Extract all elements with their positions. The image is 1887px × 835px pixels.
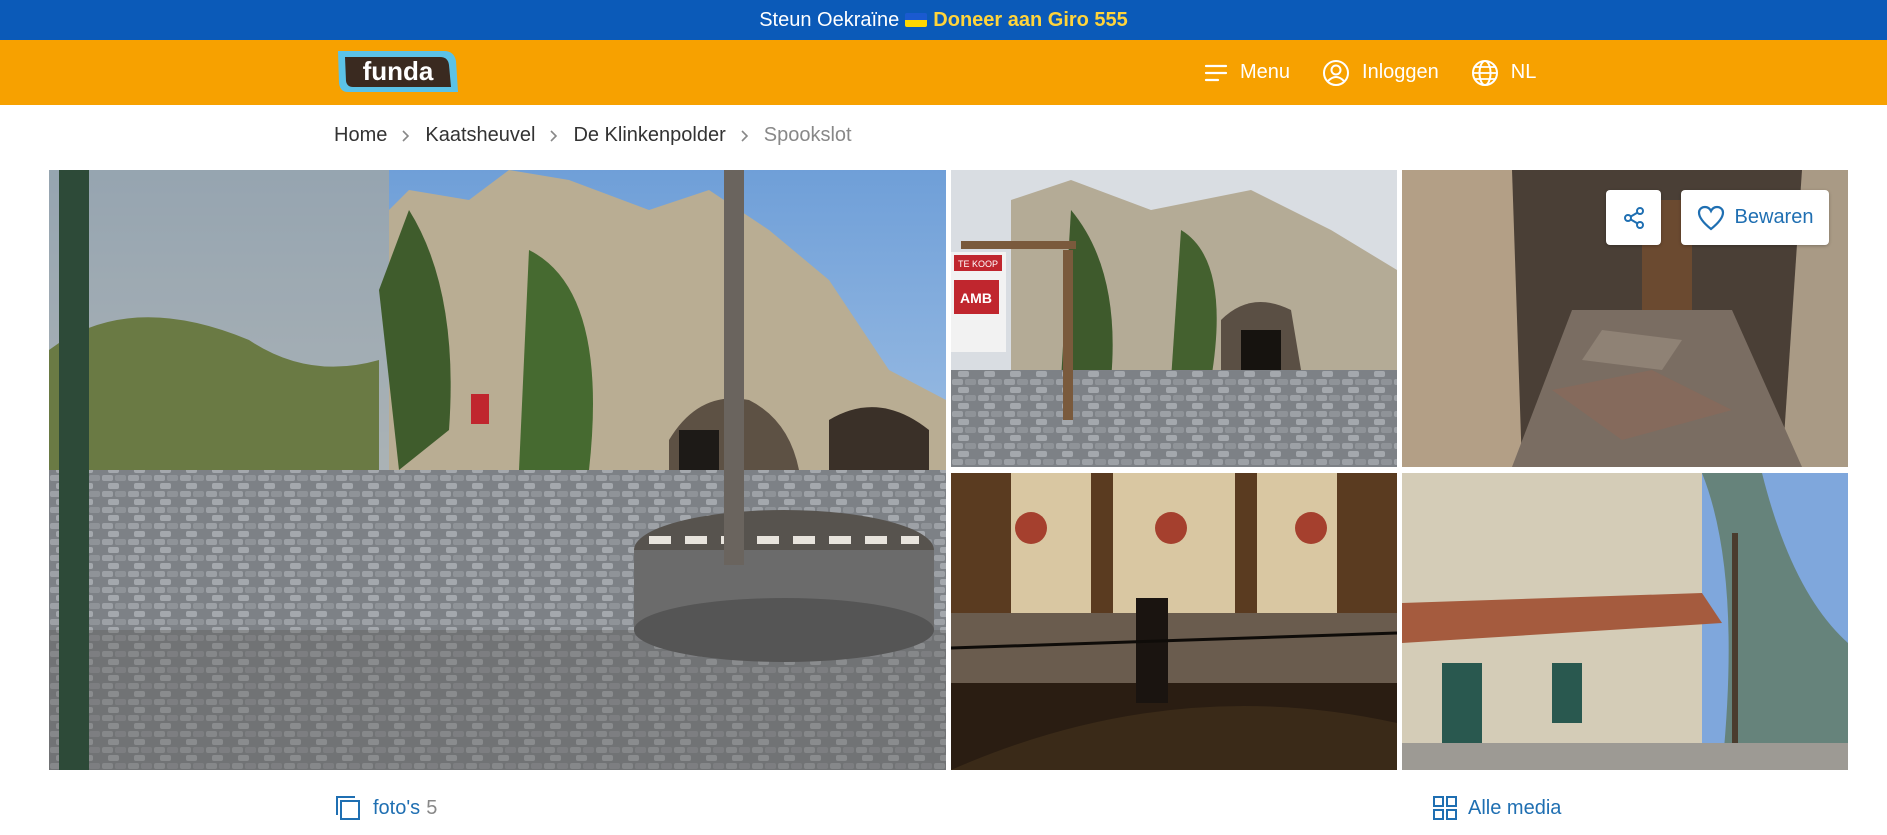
menu-label: Menu [1240,61,1291,83]
menu-button[interactable]: Menu [1204,61,1290,84]
main-photo[interactable] [49,170,946,770]
breadcrumb: Home Kaatsheuvel De Klinkenpolder Spooks… [334,124,852,147]
sign-sub-text: TE KOOP [958,259,998,269]
announcement-text: Steun Oekraïne [759,8,900,31]
photo-interior-hall[interactable] [951,473,1397,770]
funda-logo[interactable]: funda [336,49,458,94]
globe-icon [1471,59,1498,86]
photo-entrance[interactable]: TE KOOP AMB [951,170,1397,467]
breadcrumb-neighbourhood[interactable]: De Klinkenpolder [573,124,725,147]
announcement-bar: Steun Oekraïne Doneer aan Giro 555 [0,0,1887,40]
heart-icon [1697,205,1724,230]
language-label: NL [1510,61,1537,83]
hamburger-icon [1204,64,1228,81]
site-header: funda Menu Inloggen NL [0,40,1887,105]
share-icon [1623,206,1644,229]
save-button[interactable]: Bewaren [1681,190,1829,245]
all-media-link[interactable]: Alle media [1432,795,1561,821]
save-label: Bewaren [1734,206,1814,228]
login-button[interactable]: Inloggen [1322,59,1439,87]
grid-icon [1433,796,1457,820]
logo-text: funda [363,56,434,86]
user-icon [1323,59,1350,86]
breadcrumb-city[interactable]: Kaatsheuvel [425,124,535,147]
chevron-right-icon [401,129,411,143]
donate-link[interactable]: Doneer aan Giro 555 [933,9,1128,32]
photos-link[interactable]: foto's 5 [335,795,437,821]
all-media-label: Alle media [1468,796,1562,819]
chevron-right-icon [740,129,750,143]
breadcrumb-home[interactable]: Home [334,124,387,147]
breadcrumb-current: Spookslot [763,124,852,146]
share-button[interactable] [1606,190,1661,245]
photos-count: 5 [426,796,438,819]
main-nav: Menu Inloggen NL [1172,40,1536,105]
language-button[interactable]: NL [1471,59,1537,87]
login-label: Inloggen [1362,61,1439,83]
photos-stack-icon [336,796,360,820]
chevron-right-icon [549,129,559,143]
photos-label: foto's [373,796,421,819]
sign-text: AMB [960,290,992,306]
ukraine-flag-icon [905,13,928,27]
photo-building-porch[interactable] [1402,473,1848,770]
